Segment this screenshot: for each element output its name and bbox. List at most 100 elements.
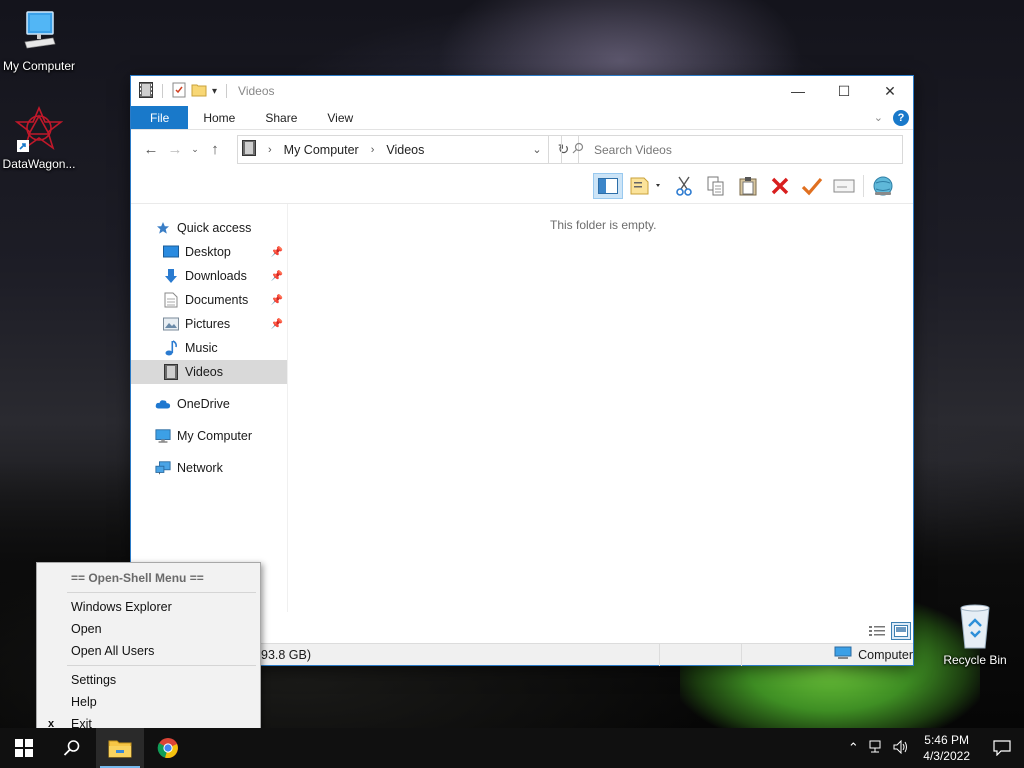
email-icon[interactable]	[831, 173, 857, 199]
classic-toolbar	[593, 172, 896, 200]
tab-file[interactable]: File	[131, 106, 189, 129]
sidebar-item-label: Downloads	[185, 269, 247, 283]
ribbon-tabs: File Home Share View ⌄ ?	[131, 106, 913, 130]
notification-center-icon[interactable]	[980, 740, 1024, 756]
web-globe-icon[interactable]	[870, 173, 896, 199]
menu-item-open[interactable]: Open	[37, 618, 260, 640]
sidebar-item-label: Quick access	[177, 221, 252, 235]
help-icon[interactable]: ?	[893, 109, 909, 126]
delete-icon[interactable]	[767, 173, 793, 199]
desktop-icon-recycle-bin[interactable]: Recycle Bin	[933, 602, 1017, 667]
sidebar-item-label: Desktop	[185, 245, 231, 259]
cut-icon[interactable]	[671, 173, 697, 199]
search-placeholder: Search Videos	[594, 142, 672, 157]
desktop-icon-label: My Computer	[2, 59, 76, 73]
volume-icon[interactable]	[889, 739, 913, 757]
properties-icon[interactable]	[172, 82, 186, 101]
sidebar-item-pictures[interactable]: Pictures 📌	[131, 312, 287, 336]
datawagon-logo-icon	[14, 105, 64, 154]
sidebar-item-label: Network	[177, 461, 223, 475]
menu-item-open-all-users[interactable]: Open All Users	[37, 640, 260, 662]
menu-separator	[67, 592, 256, 593]
address-bar[interactable]: › My Computer › Videos ⌄	[237, 135, 549, 164]
breadcrumb-videos[interactable]: Videos	[386, 143, 424, 157]
tab-view[interactable]: View	[312, 106, 368, 129]
windows-logo-icon	[15, 739, 33, 757]
video-filmstrip-icon	[163, 364, 179, 380]
breadcrumb-chevron-icon[interactable]: ›	[371, 144, 375, 156]
download-arrow-icon	[163, 268, 179, 284]
desktop-icon-datawagon[interactable]: DataWagon...	[0, 105, 81, 171]
system-tray: ⌃ 5:46 PM 4/3/2022	[841, 728, 1024, 768]
paste-icon[interactable]	[735, 173, 761, 199]
forward-button[interactable]: →	[163, 137, 187, 161]
sidebar-item-my-computer[interactable]: My Computer	[131, 424, 287, 448]
view-toggle	[867, 622, 911, 640]
sidebar-item-quick-access[interactable]: Quick access	[131, 216, 287, 240]
clock-time: 5:46 PM	[924, 733, 969, 747]
details-view-icon[interactable]	[867, 622, 887, 640]
sidebar-item-onedrive[interactable]: OneDrive	[131, 392, 287, 416]
sidebar-item-label: My Computer	[177, 429, 253, 443]
pin-icon[interactable]: 📌	[271, 319, 283, 330]
desktop-icon-my-computer[interactable]: My Computer	[0, 8, 81, 73]
network-status-icon[interactable]	[865, 740, 889, 757]
address-dropdown-icon[interactable]: ⌄	[526, 143, 548, 156]
sidebar-item-network[interactable]: Network	[131, 456, 287, 480]
sidebar-item-documents[interactable]: Documents 📌	[131, 288, 287, 312]
pin-icon[interactable]: 📌	[271, 247, 283, 258]
back-button[interactable]: ←	[139, 137, 163, 161]
status-location: Computer	[858, 647, 913, 662]
search-icon	[63, 740, 80, 756]
sidebar-item-videos[interactable]: Videos	[131, 360, 287, 384]
up-button[interactable]: ↑	[203, 137, 227, 161]
tab-home[interactable]: Home	[188, 106, 250, 129]
close-button[interactable]: ✕	[867, 76, 913, 106]
breadcrumb-my-computer[interactable]: My Computer	[284, 143, 359, 157]
properties-check-icon[interactable]	[799, 173, 825, 199]
menu-item-windows-explorer[interactable]: Windows Explorer	[37, 596, 260, 618]
copy-icon[interactable]	[703, 173, 729, 199]
breadcrumb-chevron-icon[interactable]: ›	[268, 144, 272, 156]
open-shell-context-menu: == Open-Shell Menu == Windows Explorer O…	[36, 562, 261, 736]
show-hidden-icons-icon[interactable]: ⌃	[841, 740, 865, 756]
customize-qa-icon[interactable]: ▾	[212, 86, 217, 97]
search-box[interactable]: Search Videos	[561, 135, 903, 164]
views-icon[interactable]	[629, 173, 665, 199]
network-icon	[155, 460, 171, 476]
sidebar-item-label: Videos	[185, 365, 223, 379]
maximize-button[interactable]: ☐	[821, 76, 867, 106]
navigation-pane-icon[interactable]	[593, 173, 623, 199]
toolbar-divider	[131, 203, 913, 204]
taskbar: ⌃ 5:46 PM 4/3/2022	[0, 728, 1024, 768]
taskbar-search-button[interactable]	[48, 728, 96, 768]
sidebar-item-music[interactable]: Music	[131, 336, 287, 360]
start-button[interactable]	[0, 728, 48, 768]
sidebar-item-downloads[interactable]: Downloads 📌	[131, 264, 287, 288]
menu-item-settings[interactable]: Settings	[37, 669, 260, 691]
large-icons-view-icon[interactable]	[891, 622, 911, 640]
minimize-button[interactable]: —	[775, 76, 821, 106]
music-note-icon	[163, 340, 179, 356]
pane-splitter[interactable]	[287, 204, 288, 612]
menu-header: == Open-Shell Menu ==	[71, 571, 204, 585]
pin-icon[interactable]: 📌	[271, 295, 283, 306]
empty-folder-message: This folder is empty.	[550, 218, 657, 232]
desktop-icon-label: DataWagon...	[2, 157, 76, 171]
taskbar-file-explorer[interactable]	[96, 728, 144, 768]
picture-icon	[163, 316, 179, 332]
pin-icon[interactable]: 📌	[271, 271, 283, 282]
sidebar-item-desktop[interactable]: Desktop 📌	[131, 240, 287, 264]
tab-share[interactable]: Share	[250, 106, 312, 129]
taskbar-chrome[interactable]	[144, 728, 192, 768]
cloud-icon	[155, 396, 171, 412]
search-icon	[572, 142, 584, 157]
new-folder-icon[interactable]	[191, 83, 207, 100]
expand-ribbon-icon[interactable]: ⌄	[874, 111, 883, 124]
menu-item-help[interactable]: Help	[37, 691, 260, 713]
recycle-bin-icon	[951, 602, 999, 650]
sidebar-item-label: Pictures	[185, 317, 231, 331]
taskbar-clock[interactable]: 5:46 PM 4/3/2022	[913, 732, 980, 764]
recent-locations-button[interactable]: ⌄	[187, 137, 203, 161]
sidebar-item-label: OneDrive	[177, 397, 230, 411]
